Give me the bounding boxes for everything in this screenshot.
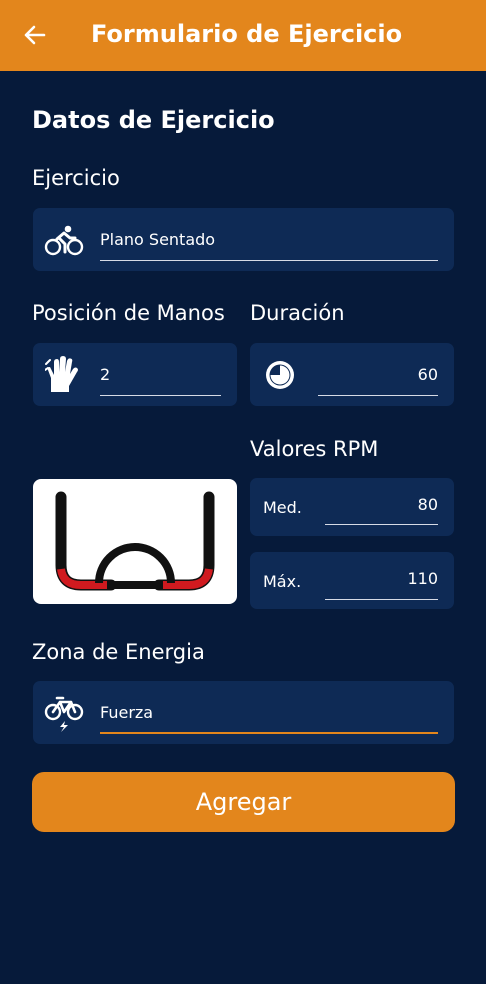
zona-label: Zona de Energia: [32, 640, 205, 664]
duracion-field[interactable]: 60: [250, 343, 454, 406]
section-title: Datos de Ejercicio: [32, 106, 275, 134]
zona-value: Fuerza: [100, 703, 154, 722]
rpm-med-underline: [325, 524, 438, 525]
cyclist-icon: [44, 224, 84, 260]
rpm-med-field[interactable]: Med. 80: [250, 478, 454, 536]
ebike-icon: [44, 694, 84, 736]
duracion-label: Duración: [250, 301, 345, 325]
rpm-max-underline: [325, 599, 438, 600]
rpm-max-value: 110: [407, 569, 438, 588]
rpm-max-field[interactable]: Máx. 110: [250, 552, 454, 609]
duracion-underline: [318, 395, 438, 396]
ejercicio-label: Ejercicio: [32, 166, 120, 190]
posicion-label: Posición de Manos: [32, 301, 225, 325]
rpm-med-value: 80: [417, 495, 438, 514]
handlebar-image: [33, 479, 237, 604]
posicion-value: 2: [100, 365, 111, 384]
posicion-field[interactable]: 2: [33, 343, 237, 406]
rpm-max-label: Máx.: [263, 572, 302, 591]
app-bar: Formulario de Ejercicio: [0, 0, 486, 71]
page-title: Formulario de Ejercicio: [91, 20, 403, 48]
zona-field[interactable]: Fuerza: [33, 681, 454, 744]
duracion-value: 60: [417, 365, 438, 384]
ejercicio-underline: [100, 260, 438, 261]
timer-icon: [264, 359, 296, 395]
hand-icon: [44, 356, 79, 398]
rpm-label: Valores RPM: [250, 437, 379, 461]
ejercicio-value: Plano Sentado: [100, 230, 216, 249]
ejercicio-field[interactable]: Plano Sentado: [33, 208, 454, 271]
rpm-med-label: Med.: [263, 498, 302, 517]
posicion-underline: [100, 395, 221, 396]
add-button[interactable]: Agregar: [32, 772, 455, 832]
arrow-left-icon[interactable]: [22, 22, 48, 48]
zona-underline: [100, 732, 438, 734]
